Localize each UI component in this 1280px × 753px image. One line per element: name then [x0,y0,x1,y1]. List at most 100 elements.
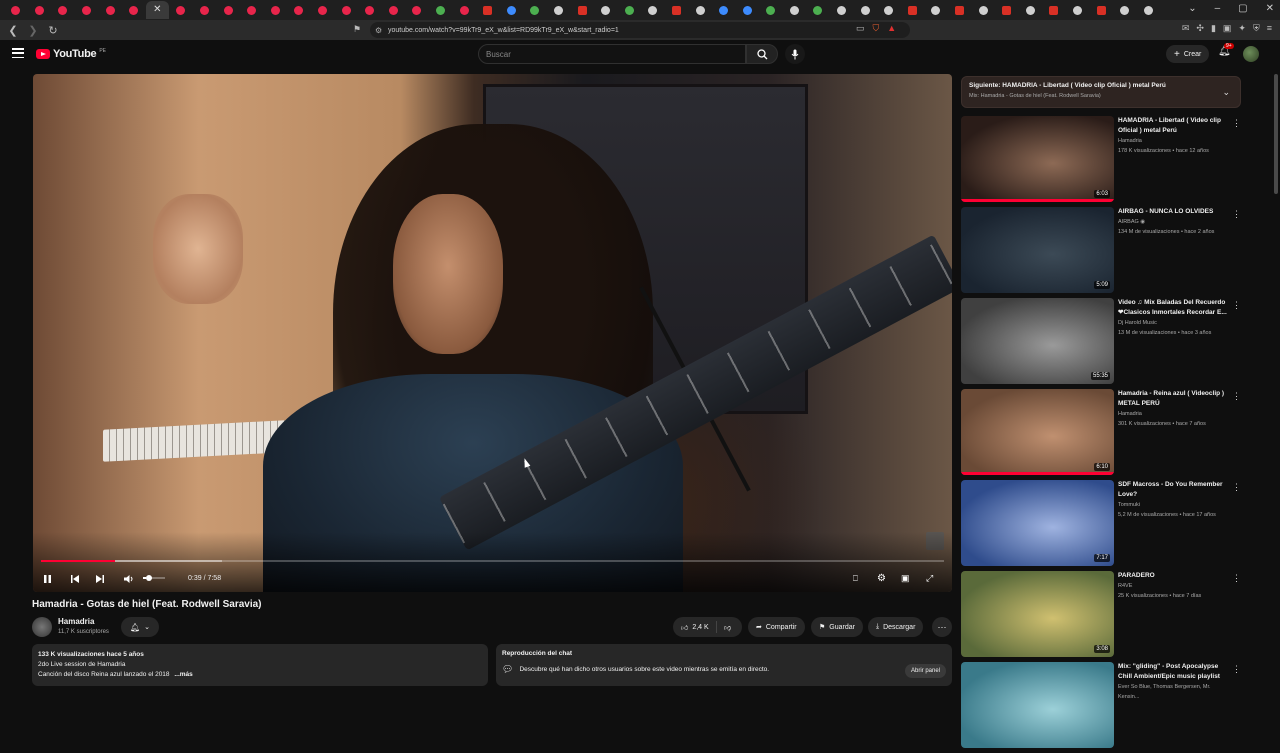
more-vertical-icon[interactable]: ⋮ [1232,482,1241,493]
vpn-icon[interactable]: ⛨ [1253,23,1260,34]
video-thumbnail[interactable]: 7:17 [961,480,1114,566]
up-next-card[interactable]: Siguiente: HAMADRIA - Libertad ( Video c… [961,76,1241,108]
recommendation-title[interactable]: Hamadria - Reina azul ( Videoclip ) META… [1118,389,1230,409]
more-vertical-icon[interactable]: ⋮ [1232,209,1241,220]
browser-tab[interactable] [452,1,476,19]
recommendation-title[interactable]: HAMADRIA - Libertad ( Video clip Oficial… [1118,116,1230,136]
recommendation-item[interactable]: 55:35 Video ♫ Mix Baladas Del Recuerdo ❤C… [960,298,1250,389]
more-vertical-icon[interactable]: ⋮ [1232,118,1241,129]
video-thumbnail[interactable]: 55:35 [961,298,1114,384]
video-thumbnail[interactable]: 6:10 [961,389,1114,475]
sidebar-icon[interactable]: ▮ [1211,23,1216,34]
share-button[interactable]: ➦ Compartir [748,617,805,637]
browser-tab[interactable] [476,1,500,19]
site-info-icon[interactable]: ⚙ [375,26,382,35]
next-button[interactable] [95,574,105,584]
description-box[interactable]: 133 K visualizaciones hace 5 años 2do Li… [32,644,488,686]
save-button[interactable]: ⚑ Guardar [811,617,863,637]
browser-tab[interactable] [617,1,641,19]
browser-tab[interactable] [358,1,382,19]
browser-tab[interactable] [1089,1,1113,19]
browser-tab[interactable] [287,1,311,19]
video-player[interactable]: 0:39 / 7:58 ⎕ ⚙ ▣ ⤢ [33,74,952,592]
browser-tab[interactable] [594,1,618,19]
recommendation-item[interactable]: 6:10 Hamadria - Reina azul ( Videoclip ) … [960,389,1250,480]
youtube-logo[interactable]: YouTube PE [36,48,106,60]
wallet-icon[interactable]: ▣ [1223,23,1232,34]
previous-button[interactable] [70,574,80,584]
browser-tab[interactable] [51,1,75,19]
browser-tab[interactable] [1042,1,1066,19]
recommendation-channel[interactable]: AIRBAG ◉ [1118,217,1230,227]
tab-search-icon[interactable]: ⌄ [1188,3,1196,14]
notifications-button[interactable]: 🔔︎ 9+ [1218,43,1234,57]
more-vertical-icon[interactable]: ⋮ [1232,573,1241,584]
video-thumbnail[interactable]: 6:03 [961,116,1114,202]
more-vertical-icon[interactable]: ⋮ [1232,664,1241,675]
browser-tab[interactable] [971,1,995,19]
pause-button[interactable] [43,574,52,584]
progress-bar[interactable] [41,560,944,562]
search-button[interactable] [746,44,778,64]
video-thumbnail[interactable]: 3:08 [961,571,1114,657]
dislike-button[interactable]: 👎︎ [717,623,731,632]
recommendation-channel[interactable]: R4VE [1118,581,1230,591]
recommendation-title[interactable]: AIRBAG - NUNCA LO OLVIDES [1118,207,1230,217]
back-icon[interactable]: ❮ [6,24,20,37]
open-panel-button[interactable]: Abrir panel [904,664,946,678]
minimize-button[interactable]: – [1215,3,1221,14]
reload-icon[interactable]: ↻ [46,24,60,37]
browser-tab[interactable] [806,1,830,19]
browser-tab[interactable] [735,1,759,19]
channel-avatar[interactable] [32,617,52,637]
recommendation-item[interactable]: 7:17 SDF Macross - Do You Remember Love? T… [960,480,1250,571]
browser-tab[interactable] [712,1,736,19]
recommendation-item[interactable]: 6:03 HAMADRIA - Libertad ( Video clip Ofi… [960,116,1250,207]
recommendation-item[interactable]: 3:08 PARADERO R4VE 25 K visualizaciones • h… [960,571,1250,662]
more-actions-button[interactable]: ⋯ [932,617,952,637]
video-thumbnail[interactable] [961,662,1114,748]
miniplayer-button[interactable]: ▣ [901,573,910,584]
page-scrollbar[interactable] [1274,74,1278,194]
browser-tab[interactable] [665,1,689,19]
recommendation-channel[interactable]: Hamadria [1118,136,1230,146]
browser-tab[interactable] [240,1,264,19]
browser-tab[interactable] [547,1,571,19]
recommendation-item[interactable]: Mix: "gliding" - Post Apocalypse Chill A… [960,662,1250,753]
browser-tab[interactable] [570,1,594,19]
recommendation-title[interactable]: SDF Macross - Do You Remember Love? [1118,480,1230,500]
browser-tab[interactable] [382,1,406,19]
bookmark-icon[interactable]: ⚑ [353,24,361,35]
browser-tab[interactable] [830,1,854,19]
browser-tab[interactable] [28,1,52,19]
recommendation-channel[interactable]: Dj Harold Music [1118,318,1230,328]
browser-tab[interactable] [1019,1,1043,19]
browser-tab[interactable] [641,1,665,19]
browser-tab[interactable] [783,1,807,19]
video-thumbnail[interactable]: 5:09 [961,207,1114,293]
account-avatar[interactable] [1243,46,1259,62]
download-button[interactable]: ⤓ Descargar [868,617,924,637]
browser-tab[interactable] [122,1,146,19]
browser-tab[interactable] [264,1,288,19]
recommendation-channel[interactable]: Ever So Blue, Thomas Bergersen, Mr. Kens… [1118,682,1230,702]
close-window-button[interactable]: ✕ [1266,3,1274,14]
channel-name[interactable]: Hamadria [58,617,94,626]
mute-button[interactable] [123,574,134,584]
browser-tab[interactable] [405,1,429,19]
search-input[interactable]: Buscar [478,44,746,64]
rewards-icon[interactable]: ▲ [887,23,896,34]
browser-tab[interactable] [523,1,547,19]
subscription-bell-button[interactable]: 🔔︎ ⌄ [121,617,159,637]
browser-tab[interactable] [901,1,925,19]
cast-icon[interactable]: ▭ [856,23,865,34]
like-button[interactable]: 👍︎ 2,4 K [673,621,717,633]
browser-tab[interactable] [311,1,335,19]
forward-icon[interactable]: ❯ [26,24,40,37]
recommendation-item[interactable]: 5:09 AIRBAG - NUNCA LO OLVIDES AIRBAG ◉ 134… [960,207,1250,298]
more-vertical-icon[interactable]: ⋮ [1232,300,1241,311]
browser-tab[interactable] [1137,1,1161,19]
recommendation-title[interactable]: Mix: "gliding" - Post Apocalypse Chill A… [1118,662,1230,682]
browser-tab[interactable] [75,1,99,19]
chevron-down-icon[interactable]: ⌄ [1222,87,1230,98]
